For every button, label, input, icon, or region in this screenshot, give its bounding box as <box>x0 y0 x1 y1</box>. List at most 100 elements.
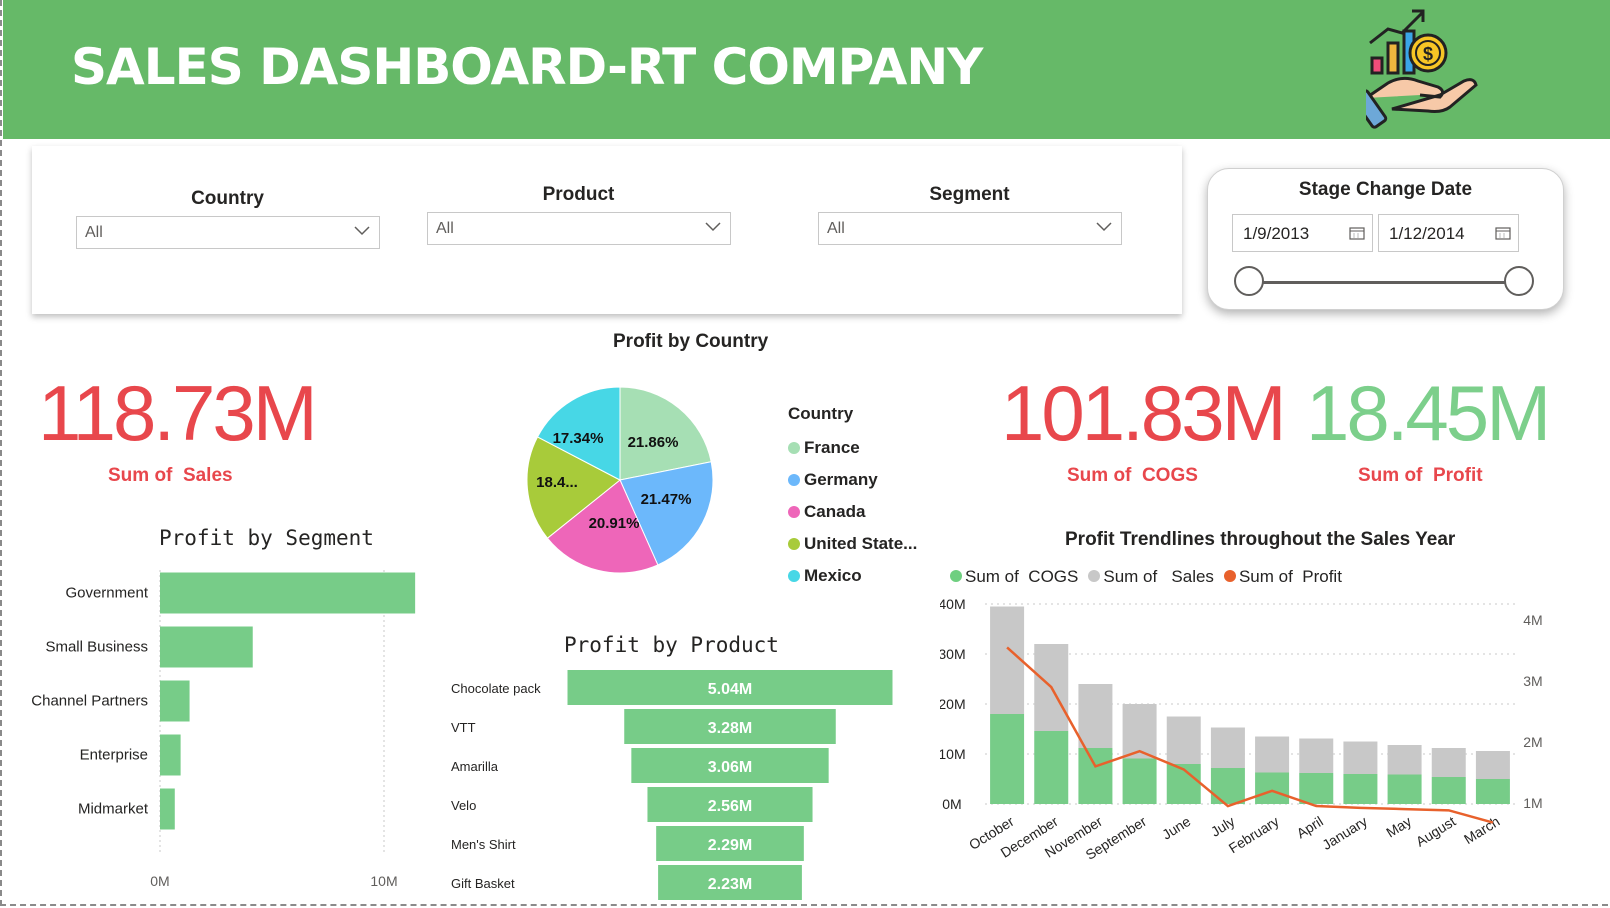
pie-slice-label: 17.34% <box>553 430 604 447</box>
header-banner: SALES DASHBOARD-RT COMPANY $ <box>3 0 1610 139</box>
segment-dropdown[interactable]: All <box>818 212 1122 245</box>
trend-legend-item[interactable]: Sum of Sales <box>1088 567 1214 586</box>
kpi-sales-value: 118.73M <box>38 369 318 457</box>
pie-legend-item[interactable]: United State... <box>788 528 917 560</box>
pie-legend-item[interactable]: Canada <box>788 496 917 528</box>
trend-y2-tick: 4M <box>1523 612 1542 628</box>
segment-dropdown-value: All <box>827 220 845 237</box>
profit-by-country-pie: 21.86% 21.47%20.91% 18.4... 17.34% <box>526 386 714 574</box>
trend-cogs-bar <box>1299 773 1334 804</box>
trend-sales-bar <box>1431 748 1466 777</box>
legend-dot <box>788 506 800 518</box>
trend-legend: Sum of COGS Sum of Sales Sum of Profit <box>950 567 1352 587</box>
pie-slice-label: 21.86% <box>628 434 679 451</box>
pie-legend-item[interactable]: Mexico <box>788 560 917 592</box>
trend-cogs-bar <box>1034 731 1069 804</box>
hand-money-growth-icon: $ <box>1366 9 1478 129</box>
trend-y2-tick: 2M <box>1523 734 1542 750</box>
funnel-value-label: 3.06M <box>708 759 752 776</box>
legend-label: Sum of Profit <box>1238 567 1342 586</box>
trend-x-tick: February <box>1226 813 1282 856</box>
trend-cogs-bar <box>1078 748 1113 804</box>
calendar-icon[interactable] <box>1349 226 1365 240</box>
kpi-profit-label: Sum of Profit <box>1358 465 1483 486</box>
trend-cogs-bar <box>990 714 1025 804</box>
segment-bar <box>160 572 416 614</box>
trend-y-tick: 30M <box>940 646 966 662</box>
pie-legend-item[interactable]: Germany <box>788 464 917 496</box>
kpi-cogs-label: Sum of COGS <box>1067 465 1198 486</box>
legend-dot <box>1088 570 1101 582</box>
country-dropdown[interactable]: All <box>76 216 380 249</box>
product-dropdown[interactable]: All <box>427 212 731 245</box>
trend-legend-item[interactable]: Sum of Profit <box>1223 567 1342 586</box>
segment-category-label: Channel Partners <box>31 693 148 710</box>
legend-dot <box>788 474 800 486</box>
funnel-category-label: Velo <box>451 798 476 813</box>
trend-sales-bar <box>990 606 1025 714</box>
kpi-profit-value: 18.45M <box>1306 369 1551 457</box>
pie-slice-label: 20.91% <box>589 515 640 532</box>
funnel-category-label: Amarilla <box>451 759 499 774</box>
filter-panel: Country All Product All Segment All <box>32 146 1182 314</box>
legend-label: United State... <box>804 534 918 553</box>
date-range-slicer: Stage Change Date 1/9/2013 1/12/2014 <box>1207 168 1564 310</box>
pie-legend-item[interactable]: France <box>788 432 917 464</box>
date-slider-track[interactable] <box>1250 281 1528 284</box>
profit-trend-combo-chart: 0M10M20M30M40M1M2M3M4MOctoberDecemberNov… <box>940 596 1543 863</box>
trend-sales-bar <box>1255 736 1290 773</box>
svg-text:$: $ <box>1423 44 1433 64</box>
segment-x-tick: 10M <box>370 873 397 889</box>
segment-slicer-label: Segment <box>929 184 1010 205</box>
start-date-value: 1/9/2013 <box>1243 224 1310 243</box>
legend-dot <box>950 570 962 582</box>
trend-sales-bar <box>1078 684 1113 748</box>
product-slicer-label: Product <box>542 184 615 205</box>
trend-x-tick: March <box>1461 813 1502 847</box>
chevron-down-icon <box>354 226 370 236</box>
legend-dot <box>788 538 800 550</box>
calendar-icon[interactable] <box>1495 226 1511 240</box>
end-date-input[interactable]: 1/12/2014 <box>1378 214 1519 252</box>
end-date-value: 1/12/2014 <box>1389 224 1465 243</box>
trend-sales-bar <box>1343 741 1378 774</box>
segment-category-label: Small Business <box>45 639 148 656</box>
funnel-value-label: 2.56M <box>708 798 752 815</box>
pie-chart-title: Profit by Country <box>613 331 769 352</box>
trend-x-tick: January <box>1319 813 1370 853</box>
trend-legend-item[interactable]: Sum of COGS <box>950 567 1078 586</box>
kpi-cogs-value: 101.83M <box>1001 369 1287 457</box>
date-slicer-label: Stage Change Date <box>1298 179 1473 200</box>
trend-x-tick: August <box>1413 813 1459 850</box>
pie-slice-label: 21.47% <box>641 491 692 508</box>
trend-sales-bar <box>1166 716 1201 764</box>
legend-dot <box>788 442 800 454</box>
trend-y2-tick: 3M <box>1523 673 1542 689</box>
legend-label: Sum of Sales <box>1103 567 1214 586</box>
date-slider-start-handle[interactable] <box>1234 266 1264 296</box>
pie-legend: Country France Germany Canada United State.… <box>788 404 917 592</box>
trend-sales-bar <box>1299 738 1334 773</box>
trend-cogs-bar <box>1387 774 1422 804</box>
profit-by-segment-chart: Government Small Business Channel Partners… <box>31 570 416 889</box>
legend-label: Sum of COGS <box>965 567 1079 586</box>
product-dropdown-value: All <box>436 220 454 237</box>
segment-x-tick: 0M <box>150 873 169 889</box>
country-slicer-label: Country <box>191 188 264 209</box>
trend-y-tick: 40M <box>940 596 966 612</box>
segment-category-label: Midmarket <box>78 801 149 818</box>
trend-y-tick: 10M <box>940 746 966 762</box>
page-title: SALES DASHBOARD-RT COMPANY <box>71 38 983 96</box>
date-slider-end-handle[interactable] <box>1504 266 1534 296</box>
segment-chart-title: Profit by Segment <box>159 526 374 550</box>
trend-cogs-bar <box>1255 772 1290 804</box>
trend-cogs-bar <box>1343 774 1378 804</box>
pie-legend-title: Country <box>788 404 854 423</box>
trend-x-tick: July <box>1208 813 1238 840</box>
trend-cogs-bar <box>1475 779 1510 804</box>
start-date-input[interactable]: 1/9/2013 <box>1232 214 1373 252</box>
funnel-category-label: Men's Shirt <box>451 837 516 852</box>
trend-chart-title: Profit Trendlines throughout the Sales Y… <box>1065 529 1456 550</box>
segment-category-label: Government <box>65 585 148 602</box>
legend-label: Canada <box>804 502 866 521</box>
